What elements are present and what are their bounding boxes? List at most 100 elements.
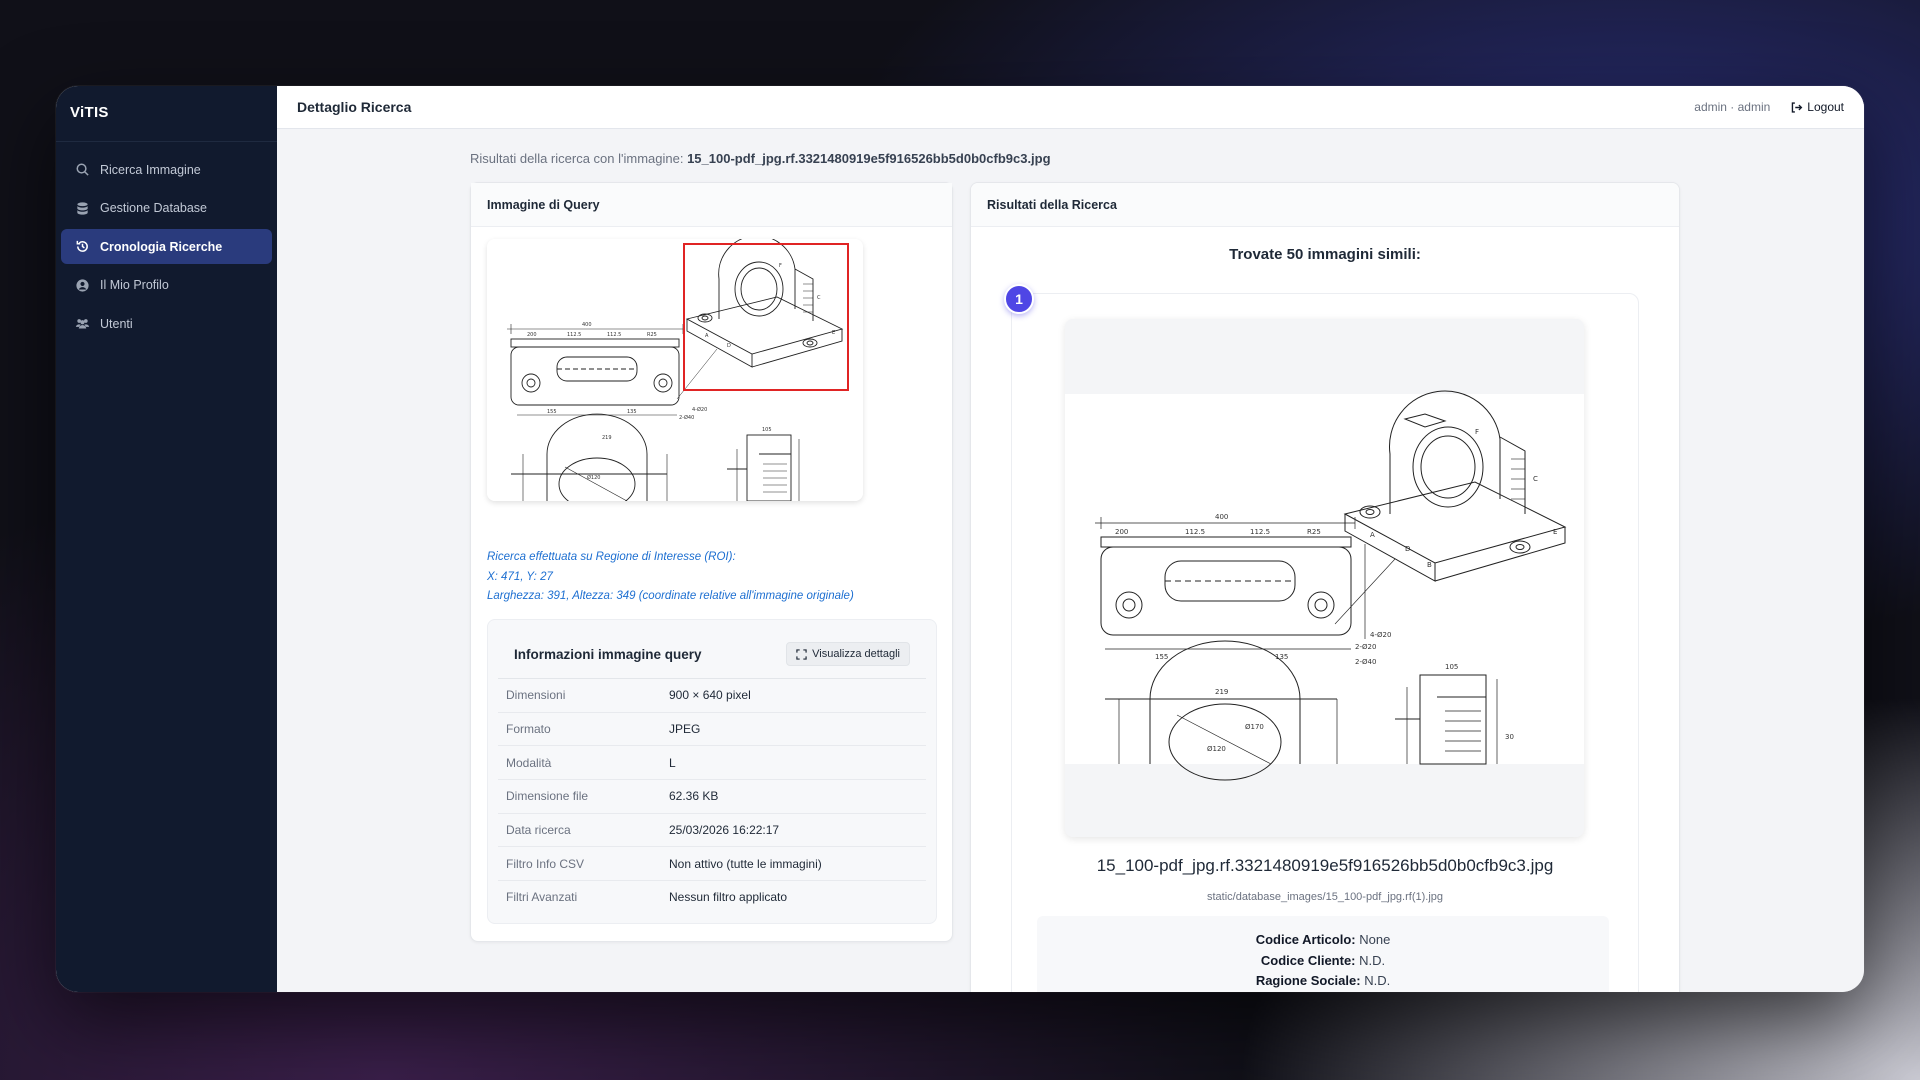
- sidebar-item-label: Gestione Database: [100, 201, 208, 215]
- info-key: Filtro Info CSV: [506, 856, 585, 871]
- subtitle-prefix: Risultati della ricerca con l'immagine:: [470, 151, 684, 166]
- meta-label: Codice Cliente:: [1260, 952, 1356, 968]
- info-row: Formato JPEG: [498, 711, 926, 746]
- sidebar-item-cronologia-ricerche[interactable]: Cronologia Ricerche: [61, 229, 272, 264]
- info-value: 900 × 640 pixel: [669, 688, 751, 703]
- app-window: ViTIS Ricerca Immagine Gestione Database…: [56, 86, 1864, 992]
- info-value: Non attivo (tutte le immagini): [669, 856, 822, 871]
- search-subtitle: Risultati della ricerca con l'immagine: …: [470, 151, 1680, 166]
- query-dim-label: Ø120: [587, 474, 600, 481]
- result-path: static/database_images/15_100-pdf_jpg.rf…: [1206, 891, 1444, 903]
- query-card: Immagine di Query 400 200 112.5 112.5 R2…: [470, 182, 953, 942]
- user-circle-icon: [74, 277, 90, 293]
- sidebar: ViTIS Ricerca Immagine Gestione Database…: [56, 86, 277, 992]
- result-image[interactable]: 400 200 112.5 112.5 R25 155 135 2-Ø20 2-…: [1065, 319, 1584, 837]
- info-value: 62.36 KB: [669, 789, 719, 804]
- database-icon: [74, 200, 90, 216]
- query-dim-label: E: [832, 330, 835, 336]
- result-dim-label: D: [1405, 545, 1410, 553]
- user-label: admin · admin: [1694, 100, 1771, 114]
- sidebar-item-ricerca-immagine[interactable]: Ricerca Immagine: [61, 152, 272, 187]
- topbar: Dettaglio Ricerca admin · admin Logout: [277, 86, 1864, 129]
- results-count: Trovate 50 immagini simili:: [1229, 246, 1421, 263]
- info-key: Formato: [506, 722, 551, 737]
- info-value: 25/03/2026 16:22:17: [669, 823, 780, 838]
- info-row: Dimensioni 900 × 640 pixel: [498, 678, 926, 712]
- topbar-right: admin · admin Logout: [1694, 100, 1844, 114]
- sidebar-nav: Ricerca Immagine Gestione Database Crono…: [56, 142, 277, 355]
- roi-line: Larghezza: 391, Altezza: 349 (coordinate…: [487, 590, 854, 602]
- result-drawing: 400 200 112.5 112.5 R25 155 135 2-Ø20 2-…: [1065, 319, 1584, 837]
- result-dim-label: 200: [1115, 528, 1128, 536]
- sidebar-item-label: Utenti: [100, 316, 133, 331]
- result-metadata: Codice Articolo: None Codice Cliente: N.…: [1037, 916, 1609, 992]
- view-details-button[interactable]: Visualizza dettagli: [786, 642, 910, 666]
- info-key: Dimensioni: [506, 688, 566, 703]
- info-row: Dimensione file 62.36 KB: [498, 779, 926, 813]
- query-dim-label: 2-Ø40: [679, 414, 694, 421]
- info-row: Filtri Avanzati Nessun filtro applicato: [498, 880, 926, 914]
- info-value: L: [669, 755, 676, 770]
- query-dim-label: D: [727, 343, 731, 349]
- users-icon: [74, 316, 90, 332]
- result-dim-label: 2-Ø20: [1355, 643, 1376, 651]
- meta-codice-articolo: Codice Articolo: None: [1037, 930, 1609, 951]
- query-image[interactable]: 400 200 112.5 112.5 R25 155 135 2-Ø40 4-…: [487, 239, 863, 501]
- result-dim-label: B: [1427, 561, 1432, 569]
- meta-value: N.D.: [1359, 952, 1386, 968]
- page-title: Dettaglio Ricerca: [297, 99, 412, 115]
- result-dim-label: R25: [1307, 528, 1321, 536]
- query-dim-label: 135: [627, 409, 637, 415]
- roi-line: Ricerca effettuata su Regione di Interes…: [487, 551, 736, 563]
- result-dim-label: 155: [1155, 653, 1168, 661]
- app-brand: ViTIS: [56, 86, 277, 142]
- query-dim-label: F: [779, 263, 782, 269]
- query-card-title: Immagine di Query: [471, 183, 952, 227]
- result-dim-label: Ø170: [1245, 723, 1264, 731]
- query-dim-label: C: [817, 295, 821, 301]
- result-filename: 15_100-pdf_jpg.rf.3321480919e5f916526bb5…: [1096, 856, 1554, 875]
- result-dim-label: 105: [1445, 663, 1458, 671]
- result-dim-label: E: [1553, 528, 1557, 536]
- info-row: Filtro Info CSV Non attivo (tutte le imma…: [498, 846, 926, 880]
- roi-info: Ricerca effettuata su Regione di Interes…: [487, 548, 854, 607]
- query-dim-label: 112.5: [567, 332, 581, 338]
- result-dim-label: 112.5: [1185, 528, 1205, 536]
- meta-label: Codice Articolo:: [1255, 932, 1356, 947]
- roi-line: X: 471, Y: 27: [487, 570, 553, 583]
- view-details-label: Visualizza dettagli: [812, 648, 900, 660]
- meta-value: None: [1359, 932, 1391, 947]
- result-dim-label: 400: [1215, 513, 1228, 521]
- content: Risultati della ricerca con l'immagine: …: [470, 129, 1680, 992]
- result-dim-label: 4-Ø20: [1370, 631, 1391, 639]
- meta-value: N.D.: [1364, 973, 1391, 988]
- result-dim-label: 219: [1215, 688, 1228, 696]
- query-dim-label: 112.5: [607, 332, 621, 338]
- result-dim-label: C: [1533, 475, 1538, 483]
- search-icon: [74, 162, 90, 178]
- sidebar-item-label: Ricerca Immagine: [100, 162, 201, 177]
- sidebar-item-gestione-database[interactable]: Gestione Database: [61, 191, 272, 226]
- sidebar-item-utenti[interactable]: Utenti: [61, 306, 272, 341]
- meta-label: Ragione Sociale:: [1255, 973, 1361, 988]
- query-filename: 15_100-pdf_jpg.rf.3321480919e5f916526bb5…: [687, 151, 1051, 166]
- info-key: Dimensione file: [506, 789, 589, 804]
- logout-button[interactable]: Logout: [1790, 100, 1844, 114]
- history-icon: [74, 239, 90, 255]
- results-card: Risultati della Ricerca Trovate 50 immag…: [970, 182, 1680, 992]
- logout-icon: [1792, 101, 1803, 113]
- query-info-title: Informazioni immagine query: [514, 646, 702, 662]
- result-dim-label: A: [1370, 531, 1375, 539]
- sidebar-item-label: Cronologia Ricerche: [100, 239, 223, 254]
- info-key: Modalità: [506, 755, 552, 770]
- query-info-header: Informazioni immagine query Visualizza d…: [488, 620, 936, 666]
- query-dim-label: 400: [582, 322, 592, 328]
- query-dim-label: 4-Ø20: [692, 406, 707, 413]
- query-info-box: Informazioni immagine query Visualizza d…: [487, 619, 937, 924]
- info-row: Modalità L: [498, 745, 926, 779]
- query-dim-label: 155: [547, 409, 557, 415]
- sidebar-item-il-mio-profilo[interactable]: Il Mio Profilo: [61, 268, 272, 303]
- info-value: JPEG: [669, 722, 701, 737]
- info-value: Nessun filtro applicato: [669, 890, 788, 905]
- result-dim-label: 30: [1505, 733, 1514, 741]
